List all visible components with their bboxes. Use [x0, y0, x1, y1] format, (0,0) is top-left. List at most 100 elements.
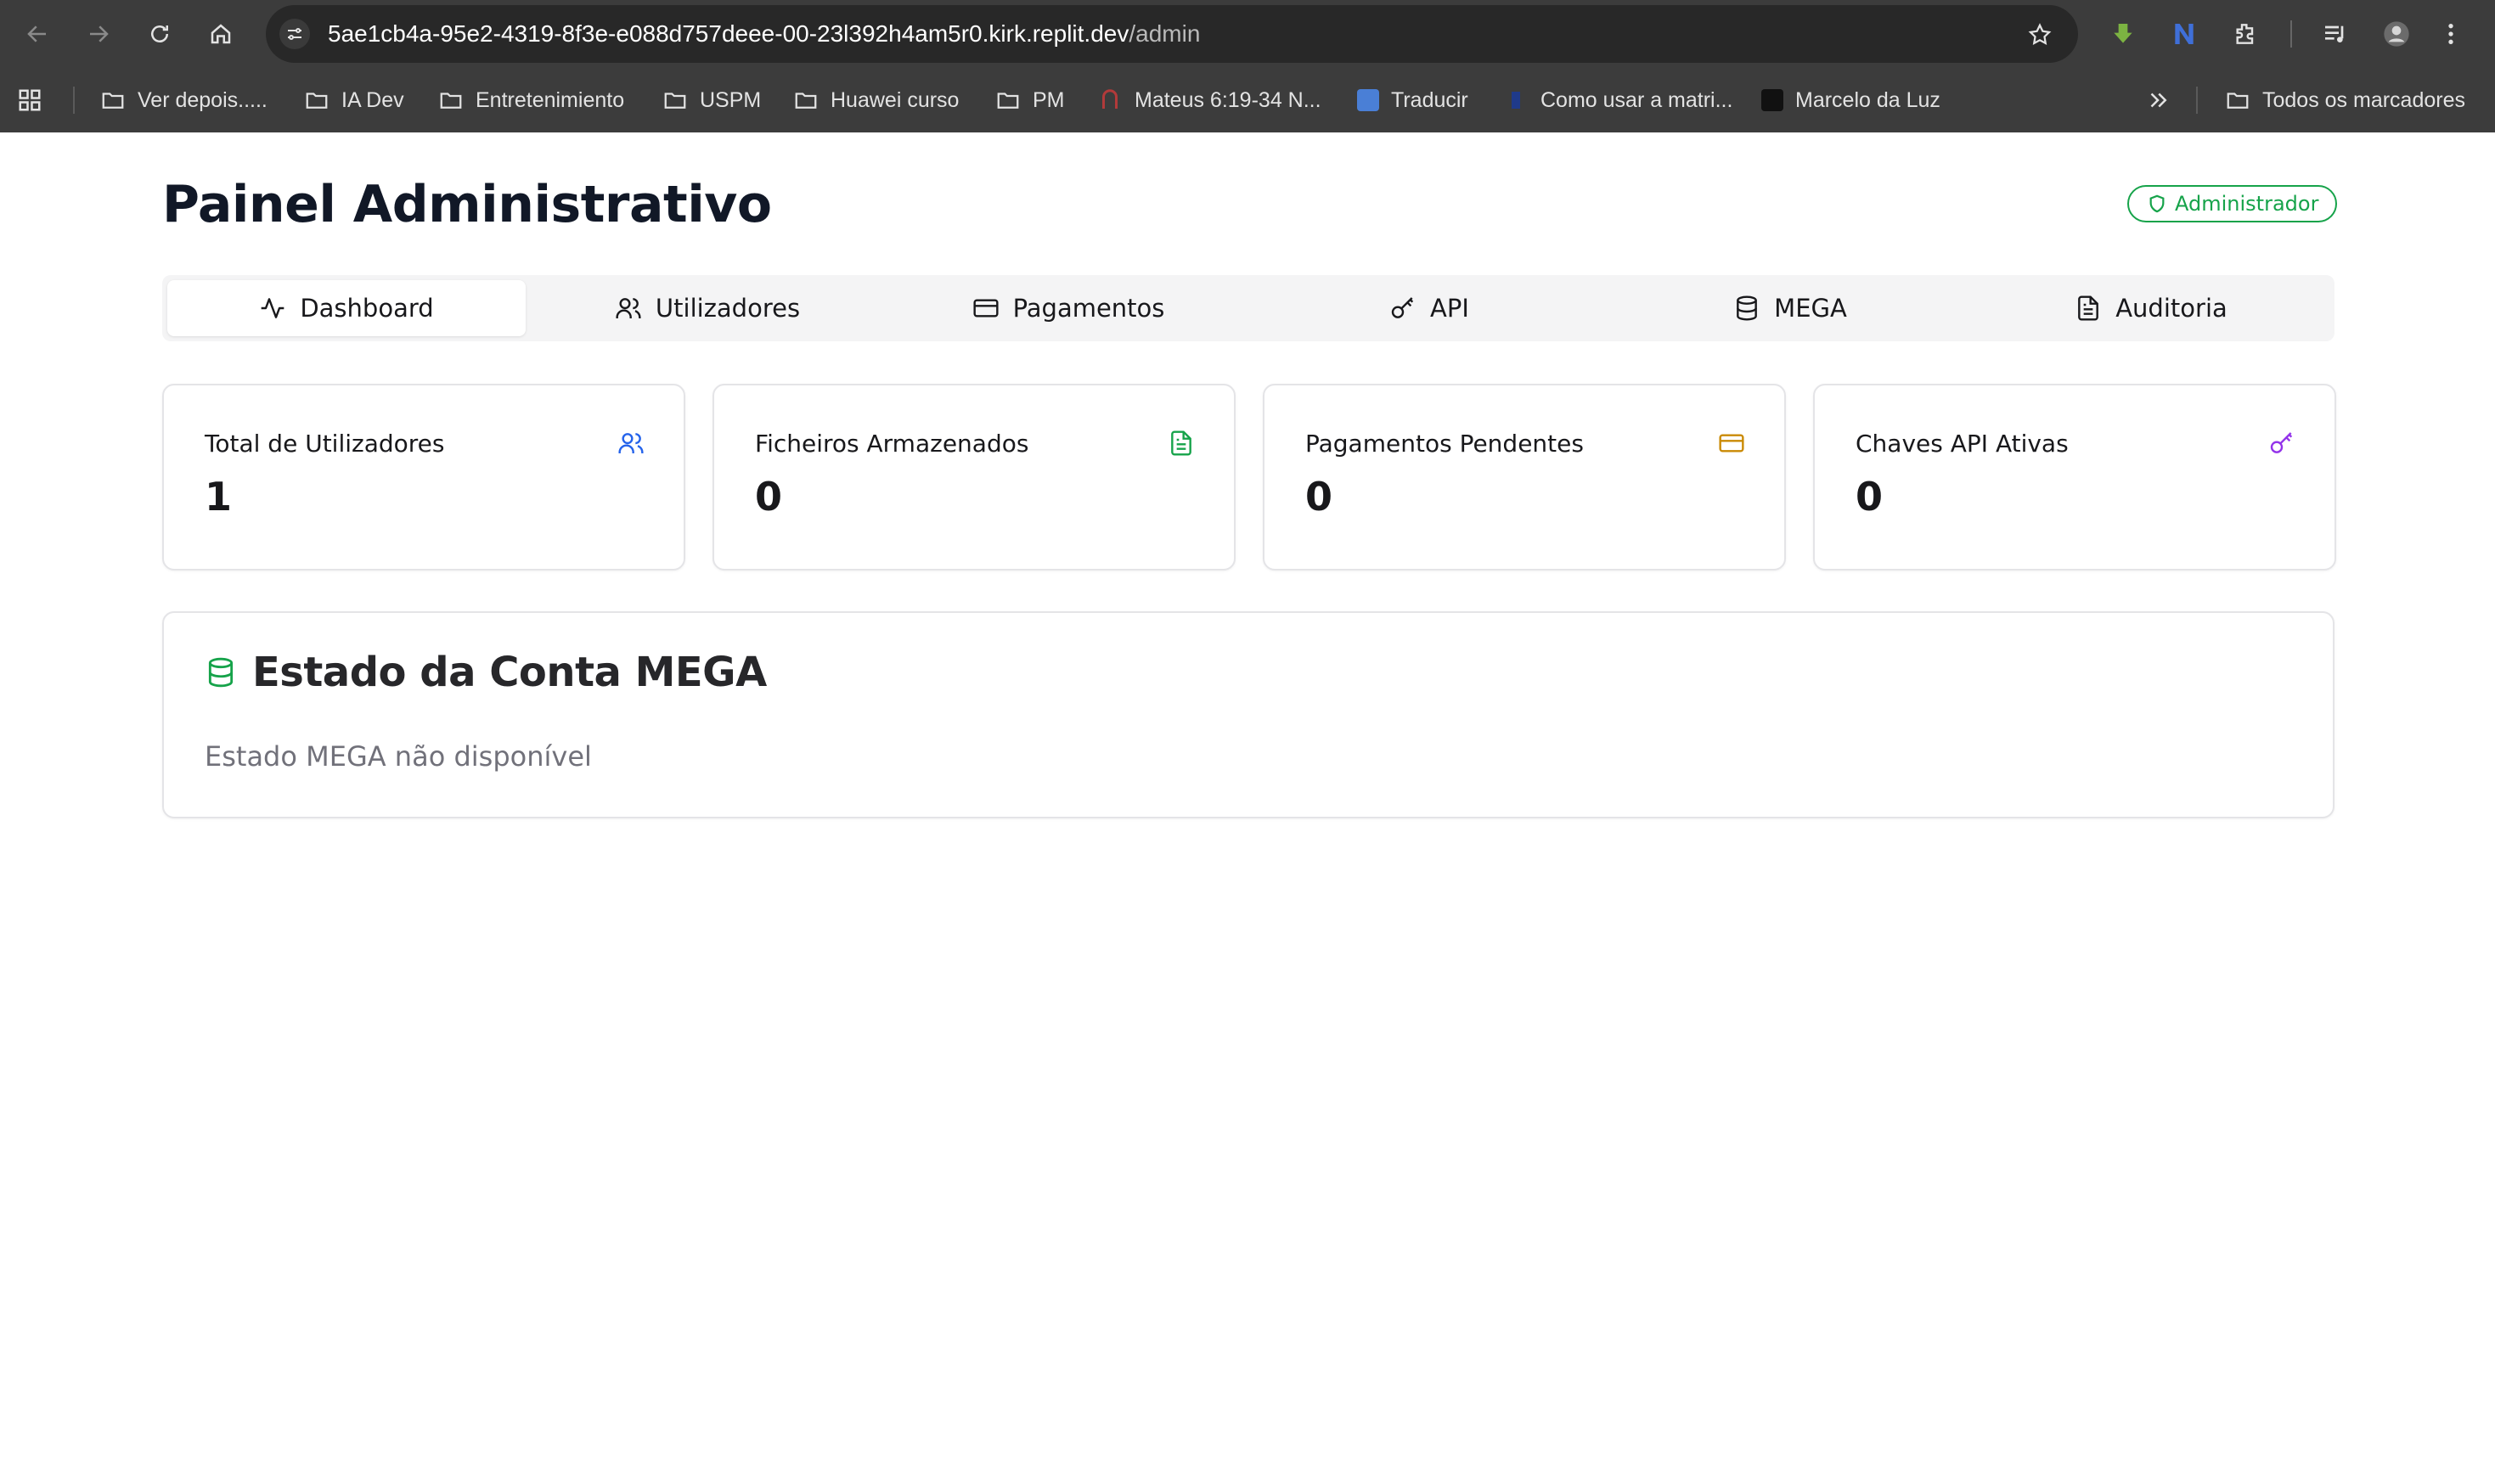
forward-button[interactable]: [82, 17, 115, 51]
admin-tabs: Dashboard Utilizadores Pagamentos API ME…: [162, 275, 2334, 341]
tab-label: Dashboard: [300, 294, 434, 323]
tab-label: Pagamentos: [1012, 294, 1165, 323]
stat-value: 0: [755, 474, 783, 520]
bookmarks-overflow-button[interactable]: [2145, 83, 2171, 117]
folder-icon: [440, 93, 462, 109]
site-favicon-icon: [1761, 89, 1783, 111]
stat-value: 0: [1856, 474, 1884, 520]
puzzle-icon: [2236, 24, 2254, 44]
bookmark-label: IA Dev: [341, 87, 404, 112]
admin-page: Painel Administrativo Administrador Dash…: [0, 132, 2495, 1484]
extensions-button[interactable]: [2228, 17, 2262, 51]
activity-icon: [261, 298, 284, 318]
role-badge-label: Administrador: [2175, 192, 2319, 216]
home-button[interactable]: [204, 17, 238, 51]
all-bookmarks-label: Todos os marcadores: [2262, 87, 2466, 112]
apps-button[interactable]: [17, 83, 42, 117]
stat-card-api-keys: Chaves API Ativas 0: [1813, 384, 2336, 571]
toolbar-divider: [2290, 20, 2292, 48]
bookmark-folder-ia-dev[interactable]: IA Dev: [304, 83, 404, 117]
reload-button[interactable]: [143, 17, 177, 51]
url-text[interactable]: 5ae1cb4a-95e2-4319-8f3e-e088d757deee-00-…: [328, 5, 1200, 63]
more-vertical-icon: [2448, 24, 2453, 44]
tab-label: API: [1430, 294, 1469, 323]
database-icon: [1737, 295, 1758, 321]
folder-icon: [795, 93, 817, 109]
tune-icon: [288, 28, 301, 40]
file-text-icon: [1168, 430, 1195, 457]
arrow-right-icon: [90, 25, 109, 42]
credit-card-icon: [1718, 430, 1745, 457]
url-host: 5ae1cb4a-95e2-4319-8f3e-e088d757deee-00-…: [328, 20, 1129, 47]
bookmarks-divider: [73, 87, 75, 114]
bookmark-star-icon[interactable]: [2027, 22, 2053, 48]
tab-api[interactable]: API: [1250, 280, 1608, 336]
bookmark-folder-uspm[interactable]: USPM: [662, 83, 761, 117]
home-icon: [211, 24, 231, 44]
bookmark-label: Marcelo da Luz: [1795, 87, 1940, 112]
key-icon: [1391, 297, 1414, 318]
download-extension-button[interactable]: [2106, 17, 2140, 51]
bookmark-folder-huawei-curso[interactable]: Huawei curso: [793, 83, 959, 117]
reload-icon: [151, 25, 168, 42]
mega-card-title: Estado da Conta MEGA: [252, 649, 767, 696]
folder-icon: [102, 93, 124, 109]
bookmark-label: Huawei curso: [831, 87, 960, 112]
apps-grid-icon: [19, 89, 41, 111]
arrow-left-icon: [27, 25, 46, 42]
stat-label: Pagamentos Pendentes: [1305, 430, 1584, 458]
address-bar[interactable]: 5ae1cb4a-95e2-4319-8f3e-e088d757deee-00-…: [266, 5, 2078, 63]
page-title: Painel Administrativo: [162, 175, 772, 234]
bookmark-folder-pm[interactable]: PM: [995, 83, 1065, 117]
back-button[interactable]: [20, 17, 54, 51]
bookmark-label: Mateus 6:19-34 N...: [1135, 87, 1321, 112]
bookmark-label: Como usar a matri...: [1540, 87, 1733, 112]
profile-avatar-button[interactable]: [2380, 17, 2413, 51]
avatar-icon: [2384, 21, 2409, 47]
stat-label: Chaves API Ativas: [1856, 430, 2069, 458]
tab-label: MEGA: [1774, 294, 1847, 323]
media-control-button[interactable]: [2318, 17, 2352, 51]
bookmark-folder-ver-depois[interactable]: Ver depois.....: [100, 83, 268, 117]
site-favicon-icon: [1102, 89, 1118, 109]
tab-utilizadores[interactable]: Utilizadores: [528, 280, 887, 336]
bookmark-marcelo-da-luz[interactable]: Marcelo da Luz: [1761, 83, 1940, 117]
stat-label: Ficheiros Armazenados: [755, 430, 1029, 458]
key-icon: [2268, 430, 2295, 457]
browser-menu-button[interactable]: [2434, 17, 2468, 51]
stat-card-users: Total de Utilizadores 1: [162, 384, 685, 571]
bookmark-label: Ver depois.....: [138, 87, 268, 112]
all-bookmarks-folder[interactable]: Todos os marcadores: [2225, 83, 2465, 117]
site-info-button[interactable]: [279, 19, 310, 49]
tab-dashboard[interactable]: Dashboard: [167, 280, 526, 336]
bookmark-traducir[interactable]: Traducir: [1357, 83, 1468, 117]
users-icon: [617, 430, 645, 457]
bookmark-como-usar[interactable]: Como usar a matri...: [1503, 83, 1732, 117]
tab-auditoria[interactable]: Auditoria: [1972, 280, 2330, 336]
n-logo-icon: [2175, 24, 2194, 44]
stat-label: Total de Utilizadores: [205, 430, 445, 458]
site-favicon-icon: [1512, 92, 1520, 109]
folder-icon: [997, 93, 1019, 109]
bookmark-label: Traducir: [1391, 87, 1468, 112]
bookmark-label: Entretenimiento: [476, 87, 625, 112]
bookmarks-divider: [2196, 87, 2198, 114]
bookmark-folder-entretenimiento[interactable]: Entretenimiento: [438, 83, 624, 117]
mega-card-header: Estado da Conta MEGA: [205, 649, 767, 696]
folder-icon: [306, 93, 328, 109]
tab-pagamentos[interactable]: Pagamentos: [889, 280, 1248, 336]
stat-value: 1: [205, 474, 233, 520]
bookmark-mateus[interactable]: Mateus 6:19-34 N...: [1097, 83, 1321, 117]
translate-icon: [1357, 89, 1379, 111]
browser-toolbar: 5ae1cb4a-95e2-4319-8f3e-e088d757deee-00-…: [0, 0, 2495, 68]
queue-music-icon: [2325, 25, 2344, 42]
folder-icon: [664, 93, 686, 109]
tab-mega[interactable]: MEGA: [1611, 280, 1969, 336]
role-badge: Administrador: [2127, 185, 2338, 222]
users-icon: [616, 298, 641, 318]
database-icon: [208, 657, 234, 688]
chevrons-right-icon: [2150, 93, 2167, 108]
url-path: /admin: [1129, 20, 1201, 47]
mega-status-text: Estado MEGA não disponível: [205, 740, 592, 773]
n-extension-button[interactable]: [2167, 17, 2201, 51]
